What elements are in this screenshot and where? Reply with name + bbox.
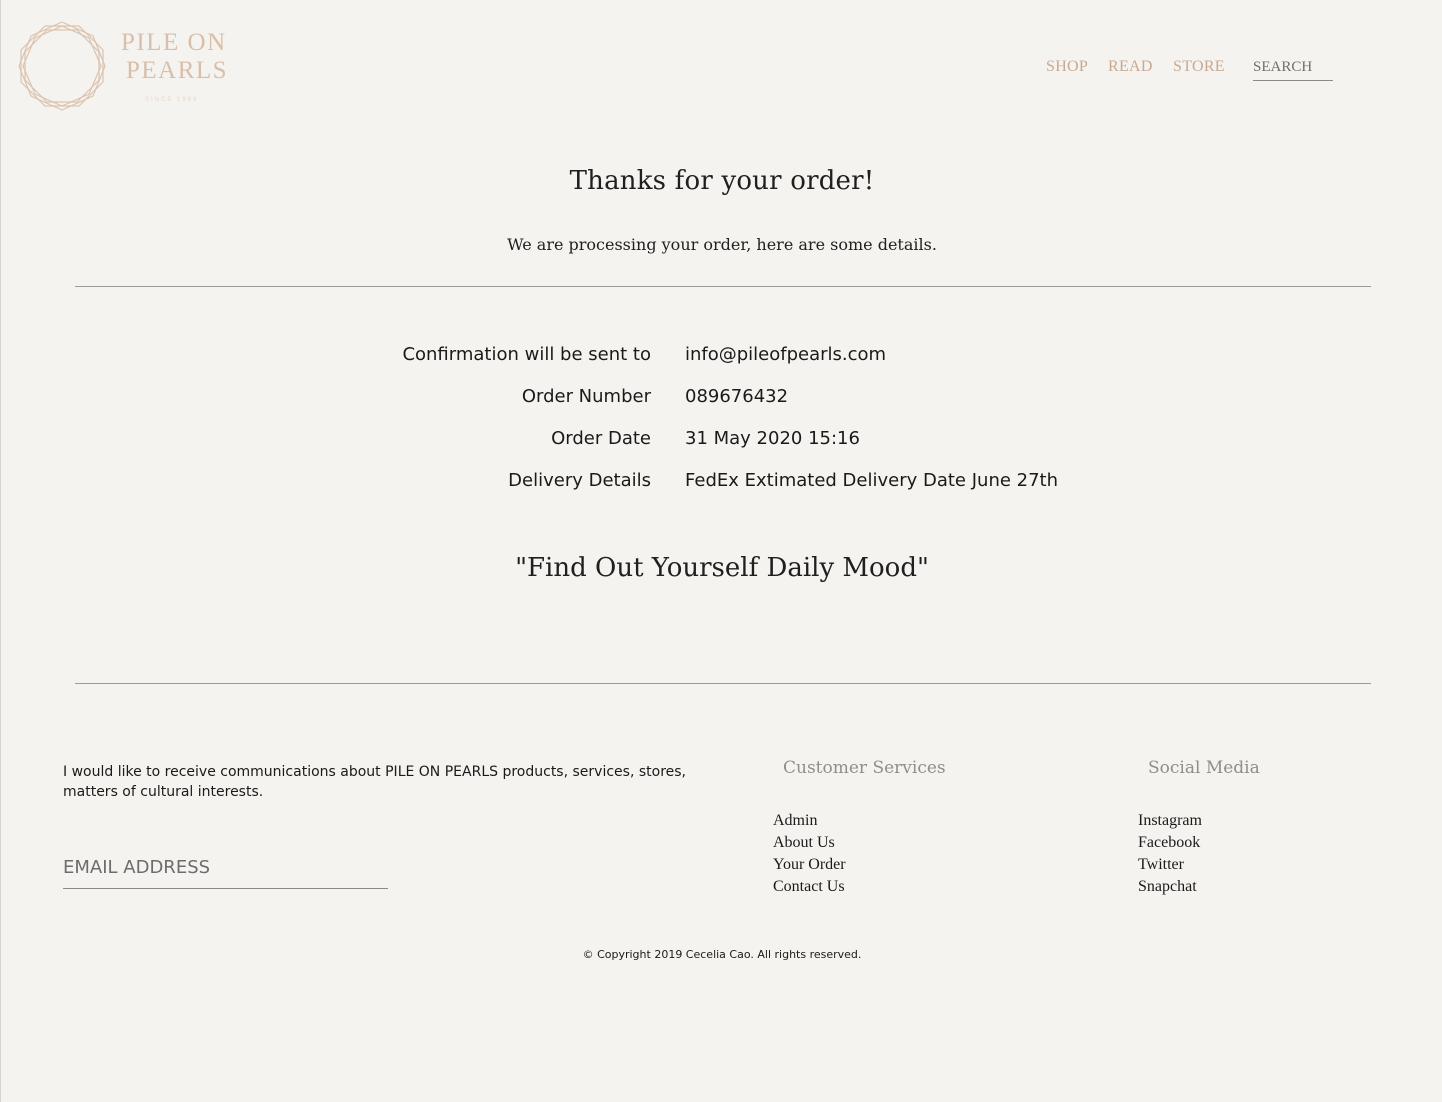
detail-row-order-number: Order Number 089676432: [1, 386, 1442, 428]
nav-shop-link[interactable]: SHOP: [1046, 58, 1088, 76]
brand-name-line-1: PILE ON: [121, 29, 227, 56]
newsletter-text: I would like to receive communications a…: [63, 764, 686, 800]
footer-link-about-us[interactable]: About Us: [773, 832, 846, 854]
footer-link-your-order[interactable]: Your Order: [773, 854, 846, 876]
brand-tagline: SINCE 1999: [145, 97, 199, 103]
social-media-heading: Social Media: [1148, 758, 1260, 778]
page-title: Thanks for your order!: [569, 166, 875, 196]
footer-link-snapchat[interactable]: Snapchat: [1138, 876, 1202, 898]
bottom-divider: [75, 683, 1371, 684]
top-divider: [75, 286, 1371, 287]
order-details: Confirmation will be sent to info@pileof…: [1, 344, 1442, 512]
copyright-text: © Copyright 2019 Cecelia Cao. All rights…: [582, 948, 862, 961]
detail-label: Order Number: [521, 386, 651, 407]
customer-services-heading: Customer Services: [783, 758, 946, 778]
customer-services-list: Admin About Us Your Order Contact Us: [773, 810, 846, 898]
search-box: [1253, 56, 1333, 81]
nav-read-link[interactable]: READ: [1108, 58, 1153, 76]
footer-link-instagram[interactable]: Instagram: [1138, 810, 1202, 832]
detail-value-order-number: 089676432: [685, 386, 789, 407]
octagon-logo-icon: [18, 21, 106, 111]
email-field-wrap: [63, 852, 388, 889]
brand-name-line-2: PEARLS: [126, 57, 229, 84]
detail-value-order-date: 31 May 2020 15:16: [685, 428, 860, 449]
search-input[interactable]: [1253, 56, 1333, 78]
brand-logo[interactable]: PILE ON PEARLS SINCE 1999: [17, 20, 257, 112]
detail-row-delivery: Delivery Details FedEx Extimated Deliver…: [1, 470, 1442, 512]
footer-link-contact-us[interactable]: Contact Us: [773, 876, 846, 898]
footer-link-twitter[interactable]: Twitter: [1138, 854, 1202, 876]
detail-label: Delivery Details: [508, 470, 651, 491]
email-field[interactable]: [63, 852, 388, 882]
detail-label: Confirmation will be sent to: [402, 344, 651, 365]
footer-link-facebook[interactable]: Facebook: [1138, 832, 1202, 854]
detail-row-confirmation: Confirmation will be sent to info@pileof…: [1, 344, 1442, 386]
footer-link-admin[interactable]: Admin: [773, 810, 846, 832]
mood-quote: "Find Out Yourself Daily Mood": [515, 553, 929, 583]
page-subtitle: We are processing your order, here are s…: [507, 235, 937, 254]
nav-store-link[interactable]: STORE: [1173, 58, 1225, 76]
detail-value-delivery: FedEx Extimated Delivery Date June 27th: [685, 470, 1059, 491]
social-media-list: Instagram Facebook Twitter Snapchat: [1138, 810, 1202, 898]
detail-value-email: info@pileofpearls.com: [685, 344, 887, 365]
detail-row-order-date: Order Date 31 May 2020 15:16: [1, 428, 1442, 470]
detail-label: Order Date: [551, 428, 651, 449]
